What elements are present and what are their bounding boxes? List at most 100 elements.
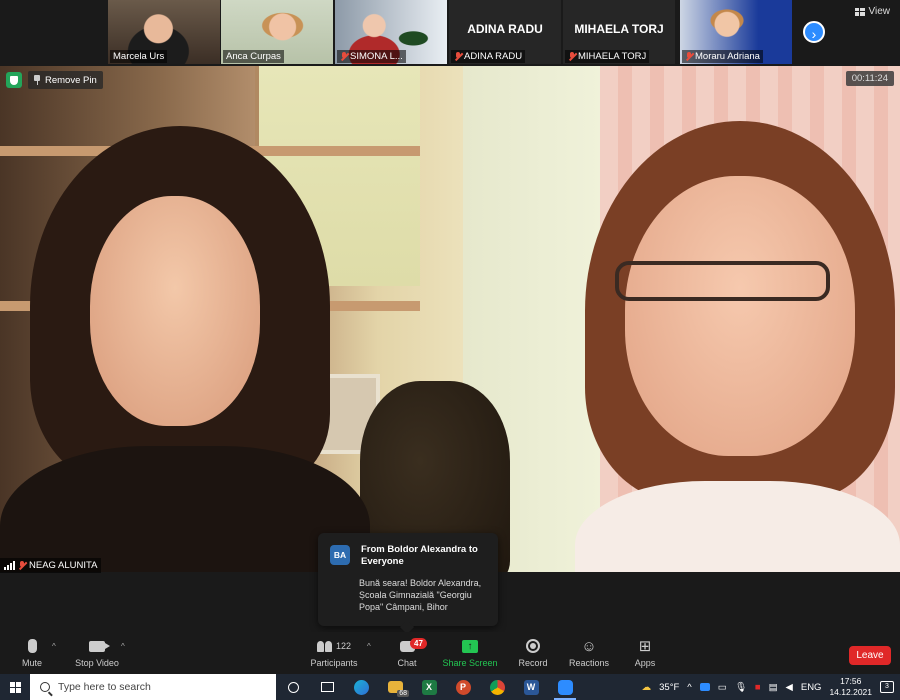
chrome-icon[interactable] — [480, 674, 514, 700]
participant-right — [575, 121, 900, 572]
participants-icon — [316, 640, 332, 652]
cortana-icon[interactable] — [276, 674, 310, 700]
mute-label: Mute — [21, 658, 42, 668]
chevron-right-icon[interactable]: › — [803, 21, 825, 43]
face — [625, 176, 855, 456]
weather-icon[interactable]: ☁ — [642, 682, 652, 693]
battery-icon[interactable]: ▭ — [718, 682, 727, 693]
speaker-name: NEAG ALUNITA — [29, 560, 98, 571]
mic-muted-icon — [18, 561, 26, 570]
network-icon[interactable]: ▤ — [769, 682, 778, 693]
share-screen-button[interactable]: ↑ Share Screen — [442, 636, 498, 668]
reactions-label: Reactions — [568, 658, 610, 668]
participant-tile[interactable]: Anca Curpas — [221, 0, 333, 64]
chevron-up-icon[interactable]: ^ — [52, 642, 56, 651]
file-explorer-icon[interactable]: 68 — [378, 674, 412, 700]
participant-name-label: Marcela Urs — [110, 50, 168, 63]
zoom-tray-icon[interactable] — [699, 683, 710, 691]
body — [575, 481, 900, 572]
view-label: View — [868, 6, 891, 17]
participant-name-label: SIMONA L... — [337, 50, 406, 63]
powerpoint-icon[interactable]: P — [446, 674, 480, 700]
record-label: Record — [518, 658, 548, 668]
microphone-tray-icon[interactable]: 🎙︎ — [735, 682, 747, 693]
clock-date: 14.12.2021 — [829, 687, 872, 697]
view-button[interactable]: View — [854, 6, 891, 17]
weather-temp[interactable]: 35°F — [659, 682, 679, 693]
zoom-meeting-window: Marcela Urs Anca Curpas SIMONA L... ADIN… — [0, 0, 900, 700]
remove-pin-button[interactable]: Remove Pin — [28, 71, 103, 89]
excel-icon[interactable]: X — [412, 674, 446, 700]
participant-tile[interactable]: MIHAELA TORJ MIHAELA TORJ — [563, 0, 675, 64]
chat-message-text: Bună seara! Boldor Alexandra, Școala Gim… — [359, 578, 482, 612]
participant-tile[interactable]: SIMONA L... — [335, 0, 447, 64]
active-speaker-label: NEAG ALUNITA — [0, 558, 102, 573]
participant-tile[interactable]: ADINA RADU ADINA RADU — [449, 0, 561, 64]
participant-left — [0, 126, 370, 572]
record-icon — [526, 639, 540, 653]
participant-name-label: MIHAELA TORJ — [565, 50, 650, 63]
chat-label: Chat — [397, 658, 417, 668]
emoji-icon: ☺ — [581, 637, 597, 655]
task-view-icon[interactable] — [310, 674, 344, 700]
chat-sender-title: From Boldor Alexandra to Everyone — [361, 544, 478, 567]
apps-button[interactable]: ⊞ Apps — [630, 636, 660, 668]
windows-logo-icon — [9, 681, 21, 693]
search-icon — [40, 682, 50, 692]
participants-count: 122 — [335, 641, 352, 651]
search-input[interactable] — [58, 681, 258, 693]
face — [90, 196, 260, 426]
participant-name-label: Moraru Adriana — [682, 50, 763, 63]
word-icon[interactable]: W — [514, 674, 548, 700]
share-screen-label: Share Screen — [442, 658, 498, 668]
security-shield-icon[interactable] — [6, 72, 22, 88]
stop-video-label: Stop Video — [75, 658, 119, 668]
meeting-timer: 00:11:24 — [845, 71, 894, 86]
apps-label: Apps — [634, 658, 656, 668]
notifications-icon[interactable]: 3 — [880, 681, 894, 693]
avatar: BA — [330, 545, 350, 565]
reactions-button[interactable]: ☺ Reactions — [568, 636, 610, 669]
start-button[interactable] — [0, 674, 30, 700]
volume-icon[interactable]: ◀ — [786, 682, 793, 693]
system-tray: ☁ 35°F ^ ▭ 🎙︎ ■ ▤ ◀ ENG 17:56 14.12.2021… — [642, 676, 900, 698]
share-screen-icon: ↑ — [462, 639, 478, 653]
participant-name-label: Anca Curpas — [223, 50, 284, 63]
language-indicator[interactable]: ENG — [801, 682, 822, 693]
active-speaker-video — [0, 66, 900, 572]
clock-time: 17:56 — [840, 676, 862, 686]
tray-chevron-icon[interactable]: ^ — [687, 682, 691, 693]
chevron-up-icon[interactable]: ^ — [121, 642, 125, 651]
apps-icon: ⊞ — [638, 638, 652, 655]
stop-video-button[interactable]: Stop Video — [72, 636, 122, 668]
chevron-up-icon[interactable]: ^ — [367, 642, 371, 651]
meeting-toolbar: Mute ^ Stop Video ^ 122 Participants ^ C… — [0, 632, 900, 674]
signal-strength-icon — [4, 561, 15, 570]
participant-tile[interactable]: Moraru Adriana — [680, 0, 792, 64]
system-clock[interactable]: 17:56 14.12.2021 — [829, 676, 872, 698]
mic-muted-icon — [685, 52, 693, 61]
record-button[interactable]: Record — [516, 636, 550, 668]
window-count-badge: 68 — [397, 690, 409, 697]
microphone-icon — [27, 639, 37, 653]
edge-icon[interactable] — [344, 674, 378, 700]
participant-tile[interactable]: Marcela Urs — [108, 0, 220, 64]
leave-button[interactable]: Leave — [849, 646, 891, 665]
camera-icon — [89, 640, 110, 652]
participants-label: Participants — [310, 658, 358, 668]
participant-big-name: ADINA RADU — [467, 22, 543, 36]
participant-name-label: ADINA RADU — [451, 50, 526, 63]
participants-button[interactable]: 122 Participants — [308, 636, 360, 668]
pin-icon — [34, 75, 40, 85]
windows-taskbar: 68 X P W ☁ 35°F ^ ▭ 🎙︎ ■ ▤ ◀ ENG 17:56 1… — [0, 674, 900, 700]
antivirus-icon[interactable]: ■ — [755, 682, 761, 693]
body — [0, 446, 370, 572]
mic-muted-icon — [454, 52, 462, 61]
remove-pin-label: Remove Pin — [45, 74, 97, 86]
mute-button[interactable]: Mute — [14, 636, 50, 668]
zoom-icon[interactable] — [548, 674, 582, 700]
chat-notification-popup[interactable]: BA From Boldor Alexandra to Everyone Bun… — [318, 533, 498, 626]
taskbar-search[interactable] — [30, 674, 276, 700]
mic-muted-icon — [568, 52, 576, 61]
participant-big-name: MIHAELA TORJ — [574, 22, 664, 36]
